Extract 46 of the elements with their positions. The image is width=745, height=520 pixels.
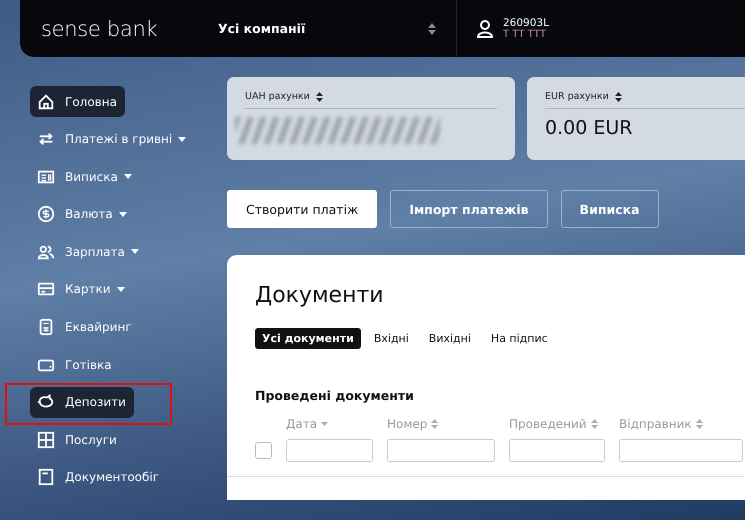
sidebar-item[interactable]: Платежі в гривні — [30, 124, 194, 155]
account-balance: 0.00 EUR — [545, 117, 634, 139]
sidebar-item[interactable]: Готівка — [30, 349, 120, 380]
sidebar-item[interactable]: Картки — [30, 274, 133, 305]
documents-title: Документи — [255, 283, 385, 308]
account-card[interactable]: UAH рахунки — [227, 77, 515, 160]
sidebar-item[interactable]: Депозити — [30, 386, 134, 418]
user-name: Т ТТ ТТТ — [503, 29, 548, 40]
filter-tab[interactable]: Усі документи — [255, 328, 361, 349]
action-button[interactable]: Виписка — [560, 190, 659, 228]
company-selector[interactable]: Усі компанії — [218, 0, 457, 57]
section-title: Проведені документи — [255, 388, 415, 403]
sidebar-item[interactable]: Головна — [30, 86, 125, 117]
dollar-icon — [37, 205, 55, 224]
sort-icon — [428, 22, 436, 34]
document-icon — [37, 468, 55, 486]
filter-field[interactable] — [286, 439, 373, 462]
action-button[interactable]: Створити платіж — [227, 190, 378, 228]
user-icon[interactable] — [477, 20, 493, 38]
filter-field[interactable] — [509, 439, 605, 462]
sidebar-item[interactable]: Еквайринг — [30, 312, 140, 343]
terminal-icon — [37, 318, 55, 336]
filter-field[interactable] — [619, 439, 743, 462]
sidebar-item[interactable]: Послуги — [30, 424, 125, 456]
filter-field[interactable] — [387, 439, 495, 462]
logo[interactable]: sense bank — [41, 16, 218, 40]
people-icon — [37, 242, 55, 261]
sidebar-item[interactable]: Валюта — [30, 198, 135, 230]
statement-icon — [37, 168, 55, 186]
sidebar-item[interactable]: Зарплата — [30, 236, 147, 268]
action-button[interactable]: Імпорт платежів — [390, 190, 548, 228]
home-icon — [37, 92, 55, 110]
account-label[interactable]: EUR рахунки — [545, 91, 609, 102]
grid-icon — [37, 430, 55, 449]
user-id: 260903L — [503, 17, 549, 29]
sidebar-item[interactable]: Документообіг — [30, 462, 168, 493]
filter-tab[interactable]: Вхідні — [366, 328, 416, 349]
select-all-checkbox[interactable] — [255, 442, 272, 459]
account-card[interactable]: EUR рахунки 0.00 EUR — [527, 77, 745, 160]
filter-tab[interactable]: На підпис — [484, 328, 555, 349]
card-icon — [37, 280, 55, 298]
sort-icon[interactable] — [316, 92, 323, 102]
account-label[interactable]: UAH рахунки — [245, 91, 310, 102]
sort-icon[interactable] — [614, 92, 622, 102]
filter-tab[interactable]: Вихідні — [422, 328, 478, 349]
sidebar-item[interactable]: Виписка — [30, 161, 140, 192]
